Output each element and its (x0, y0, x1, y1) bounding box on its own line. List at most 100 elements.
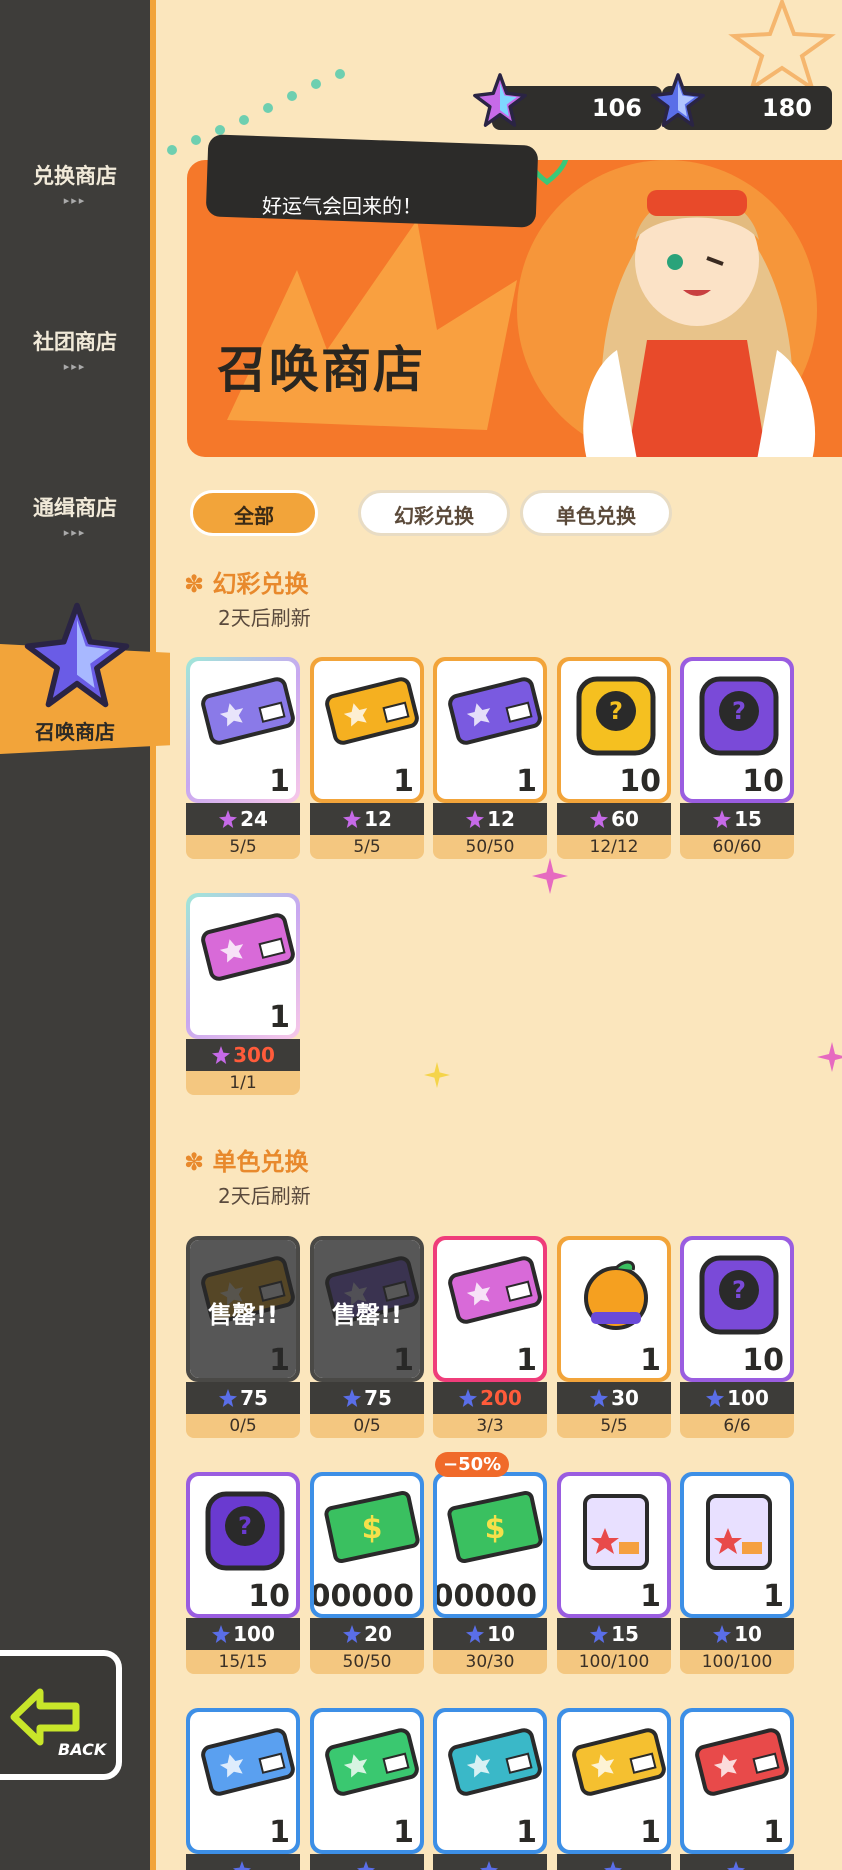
item-stock: 50/50 (310, 1650, 424, 1674)
sparkle-icon (424, 1062, 450, 1088)
item-slot: ? 10 (561, 661, 667, 799)
price-star-icon (590, 1625, 609, 1643)
main-content: 106 180 好运气会回来的！ 召唤商店 全部 幻彩兑换 单色兑换 ✽ 幻彩兑… (162, 0, 842, 1870)
item-stock: 5/5 (186, 835, 300, 859)
shop-item-card[interactable]: 1 (186, 1708, 300, 1870)
item-stock: 6/6 (680, 1414, 794, 1438)
item-stock: 100/100 (557, 1650, 671, 1674)
item-price-value: 30 (611, 1386, 639, 1410)
item-quantity: 10 (248, 1579, 290, 1614)
shop-item-card[interactable]: 1 (557, 1708, 671, 1870)
item-stock: 12/12 (557, 835, 671, 859)
item-icon (447, 1250, 543, 1334)
shop-item-card[interactable]: 1 (433, 1708, 547, 1870)
item-price-value: 15 (734, 807, 762, 831)
item-slot: 1 (437, 1240, 543, 1378)
item-frame: 1 (310, 657, 424, 803)
back-label: BACK (58, 1740, 107, 1759)
section-title: ✽ 幻彩兑换 (184, 564, 308, 599)
tab-mono-exchange[interactable]: 单色兑换 (520, 490, 672, 536)
price-star-icon (590, 810, 609, 828)
item-frame: 1 (680, 1472, 794, 1618)
item-price-value: 100 (233, 1622, 275, 1646)
price-star-icon (343, 1625, 362, 1643)
shop-item-card[interactable]: ? 10 100 6/6 (680, 1236, 794, 1438)
sidebar-item-club-shop[interactable]: 社团商店 ▸▸▸ (0, 326, 150, 373)
item-price-value: 300 (233, 1043, 275, 1067)
shop-item-card[interactable]: ? 10 60 12/12 (557, 657, 671, 859)
item-stock: 30/30 (433, 1650, 547, 1674)
item-frame: ? 10 (680, 657, 794, 803)
item-frame: 1 (557, 1708, 671, 1854)
item-frame: 1 (433, 657, 547, 803)
shop-item-card[interactable]: 1 (310, 1708, 424, 1870)
shop-item-card[interactable]: ? 10 100 15/15 (186, 1472, 300, 1674)
sparkle-icon (532, 858, 568, 894)
item-quantity: 1 (640, 1343, 661, 1378)
sidebar-item-wanted-shop[interactable]: 通缉商店 ▸▸▸ (0, 492, 150, 539)
item-price (310, 1854, 424, 1870)
shop-item-card[interactable]: 1 300 1/1 (186, 893, 300, 1095)
item-slot: 1 (437, 661, 543, 799)
shop-item-card[interactable]: 1售罄!! 75 0/5 (186, 1236, 300, 1438)
item-stock: 100/100 (680, 1650, 794, 1674)
item-icon (694, 1486, 784, 1580)
item-quantity: 1 (269, 1815, 290, 1850)
item-quantity: 1 (516, 1343, 537, 1378)
item-icon (200, 1722, 296, 1806)
price-star-icon (459, 1389, 478, 1407)
price-star-icon (219, 1389, 238, 1407)
shop-item-card[interactable]: ? 10 15 60/60 (680, 657, 794, 859)
item-quantity: 1 (393, 1815, 414, 1850)
item-stock: 3/3 (433, 1414, 547, 1438)
price-star-icon (466, 810, 485, 828)
shop-item-card[interactable]: 1 15 100/100 (557, 1472, 671, 1674)
shop-item-card[interactable]: 1 12 5/5 (310, 657, 424, 859)
item-slot: 1 (314, 661, 420, 799)
price-star-icon (604, 1861, 622, 1870)
tab-all[interactable]: 全部 (190, 490, 318, 536)
item-icon: ? (694, 671, 784, 765)
character-illustration (583, 190, 815, 457)
sidebar-item-exchange-shop[interactable]: 兑换商店 ▸▸▸ (0, 160, 150, 207)
item-icon: $ (324, 1486, 420, 1570)
item-quantity: 1 (763, 1815, 784, 1850)
currency-value: 180 (761, 94, 812, 122)
shop-item-card[interactable]: 1 24 5/5 (186, 657, 300, 859)
item-stock: 50/50 (433, 835, 547, 859)
item-price: 10 (433, 1618, 547, 1650)
item-stock: 1/1 (186, 1071, 300, 1095)
section-title-text: 单色兑换 (212, 1148, 309, 1176)
price-star-icon (713, 810, 732, 828)
back-button[interactable]: BACK (0, 1650, 122, 1780)
shop-item-card[interactable]: 1 30 5/5 (557, 1236, 671, 1438)
shop-item-card[interactable]: 1 200 3/3 (433, 1236, 547, 1438)
tab-rainbow-exchange[interactable]: 幻彩兑换 (358, 490, 510, 536)
star-outline-decoration (728, 0, 836, 90)
item-icon (571, 1250, 661, 1344)
item-slot: 1 (190, 1712, 296, 1850)
item-price-value: 60 (611, 807, 639, 831)
item-slot: 1 (684, 1712, 790, 1850)
item-frame: 1 (557, 1472, 671, 1618)
shop-item-card[interactable]: 1 12 50/50 (433, 657, 547, 859)
blue-star-icon (651, 73, 705, 127)
shop-item-card[interactable]: 1售罄!! 75 0/5 (310, 1236, 424, 1438)
item-price: 15 (557, 1618, 671, 1650)
item-icon: ? (571, 671, 661, 765)
item-price: 12 (310, 803, 424, 835)
item-stock: 5/5 (310, 835, 424, 859)
item-icon (447, 1722, 543, 1806)
svg-text:?: ? (609, 697, 623, 725)
item-price-value: 200 (480, 1386, 522, 1410)
item-stock: 0/5 (186, 1414, 300, 1438)
item-slot: 1售罄!! (314, 1240, 420, 1378)
item-frame: 1 (186, 893, 300, 1039)
item-price-value: 100 (727, 1386, 769, 1410)
flower-icon: ✽ (184, 1148, 205, 1176)
shop-item-card[interactable]: $100000 20 50/50 (310, 1472, 424, 1674)
shop-item-card[interactable]: $100000 10 30/30 −50% (433, 1452, 547, 1674)
shop-item-card[interactable]: 1 10 100/100 (680, 1472, 794, 1674)
shop-item-card[interactable]: 1 (680, 1708, 794, 1870)
item-frame: 1售罄!! (310, 1236, 424, 1382)
